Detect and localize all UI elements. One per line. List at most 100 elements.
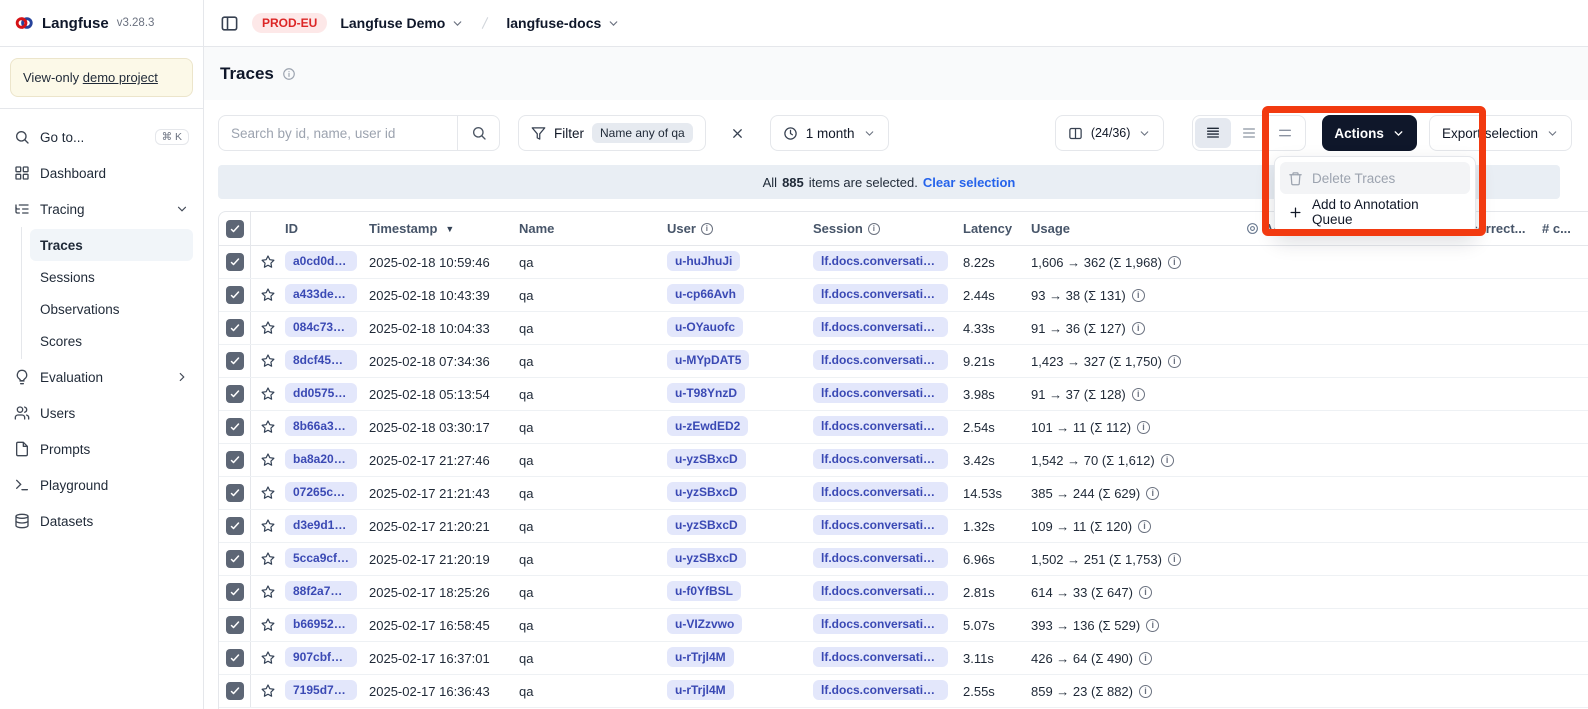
session-id-badge[interactable]: lf.docs.conversation... — [813, 317, 948, 337]
info-icon[interactable]: i — [1168, 553, 1181, 566]
session-id-badge[interactable]: lf.docs.conversation... — [813, 548, 948, 568]
header-latency[interactable]: Latency — [963, 221, 1031, 236]
info-icon[interactable]: i — [1138, 520, 1151, 533]
session-id-badge[interactable]: lf.docs.conversation... — [813, 581, 948, 601]
info-icon[interactable]: i — [1161, 454, 1174, 467]
info-icon[interactable]: i — [1139, 586, 1152, 599]
header-id[interactable]: ID — [285, 221, 369, 236]
sidebar-item-observations[interactable]: Observations — [30, 293, 193, 325]
row-checkbox[interactable] — [226, 451, 244, 469]
user-id-badge[interactable]: u-rTrjl4M — [667, 647, 734, 667]
user-id-badge[interactable]: u-yzSBxcD — [667, 449, 746, 469]
org-selector[interactable]: Langfuse Demo — [340, 15, 464, 31]
user-id-badge[interactable]: u-VIZzvwo — [667, 614, 742, 634]
row-checkbox[interactable] — [226, 286, 244, 304]
clear-selection-link[interactable]: Clear selection — [923, 175, 1016, 190]
bookmark-star-icon[interactable] — [251, 254, 285, 270]
user-id-badge[interactable]: u-f0YfBSL — [667, 581, 741, 601]
sidebar-item-prompts[interactable]: Prompts — [0, 431, 203, 467]
user-id-badge[interactable]: u-yzSBxcD — [667, 515, 746, 535]
trace-id-badge[interactable]: 7195d78e... — [285, 680, 357, 700]
trace-id-badge[interactable]: d3e9d1f2... — [285, 515, 357, 535]
row-checkbox[interactable] — [226, 385, 244, 403]
user-id-badge[interactable]: u-cp66Avh — [667, 284, 744, 304]
info-icon[interactable]: i — [1139, 685, 1152, 698]
row-height-small-icon[interactable] — [1195, 118, 1231, 148]
demo-project-link[interactable]: demo project — [83, 70, 158, 85]
row-checkbox[interactable] — [226, 517, 244, 535]
bookmark-star-icon[interactable] — [251, 584, 285, 600]
time-range-button[interactable]: 1 month — [770, 115, 889, 151]
filter-button[interactable]: Filter Name any of qa — [518, 115, 706, 151]
trace-id-badge[interactable]: a433de51... — [285, 284, 357, 304]
info-icon[interactable]: i — [1139, 652, 1152, 665]
trace-id-badge[interactable]: dd05753... — [285, 383, 357, 403]
sidebar-item-playground[interactable]: Playground — [0, 467, 203, 503]
session-id-badge[interactable]: lf.docs.conversation... — [813, 647, 948, 667]
bookmark-star-icon[interactable] — [251, 650, 285, 666]
user-id-badge[interactable]: u-yzSBxcD — [667, 548, 746, 568]
user-id-badge[interactable]: u-huJhuJi — [667, 251, 740, 271]
user-id-badge[interactable]: u-T98YnzD — [667, 383, 745, 403]
trace-id-badge[interactable]: 88f2a7b0... — [285, 581, 357, 601]
row-checkbox[interactable] — [226, 649, 244, 667]
sidebar-toggle-icon[interactable] — [220, 14, 239, 33]
bookmark-star-icon[interactable] — [251, 485, 285, 501]
search-input[interactable] — [219, 126, 449, 141]
session-id-badge[interactable]: lf.docs.conversation... — [813, 284, 948, 304]
sidebar-item-dashboard[interactable]: Dashboard — [0, 155, 203, 191]
user-id-badge[interactable]: u-MYpDAT5 — [667, 350, 749, 370]
info-icon[interactable]: i — [1132, 289, 1145, 302]
bookmark-star-icon[interactable] — [251, 419, 285, 435]
actions-button[interactable]: Actions — [1322, 115, 1417, 151]
header-user[interactable]: User i — [667, 221, 813, 236]
info-icon[interactable]: i — [1146, 487, 1159, 500]
session-id-badge[interactable]: lf.docs.conversation... — [813, 449, 948, 469]
sidebar-item-traces[interactable]: Traces — [30, 229, 193, 261]
info-icon[interactable] — [282, 67, 296, 81]
info-icon[interactable]: i — [1168, 256, 1181, 269]
row-checkbox[interactable] — [226, 352, 244, 370]
trace-id-badge[interactable]: 084c739... — [285, 317, 357, 337]
session-id-badge[interactable]: lf.docs.conversation... — [813, 350, 948, 370]
row-checkbox[interactable] — [226, 682, 244, 700]
header-more[interactable]: # c... — [1542, 221, 1588, 236]
info-icon[interactable]: i — [1137, 421, 1150, 434]
session-id-badge[interactable]: lf.docs.conversation... — [813, 383, 948, 403]
column-visibility-button[interactable]: (24/36) — [1055, 115, 1165, 151]
bookmark-star-icon[interactable] — [251, 683, 285, 699]
trace-id-badge[interactable]: 907cbf6e... — [285, 647, 357, 667]
header-timestamp[interactable]: Timestamp ▼ — [369, 221, 519, 236]
menu-item-add-to-annotation-queue[interactable]: Add to Annotation Queue — [1280, 196, 1470, 228]
row-checkbox[interactable] — [226, 253, 244, 271]
row-checkbox[interactable] — [226, 319, 244, 337]
header-name[interactable]: Name — [519, 221, 667, 236]
bookmark-star-icon[interactable] — [251, 287, 285, 303]
user-id-badge[interactable]: u-OYauofc — [667, 317, 743, 337]
bookmark-star-icon[interactable] — [251, 551, 285, 567]
row-checkbox[interactable] — [226, 616, 244, 634]
bookmark-star-icon[interactable] — [251, 617, 285, 633]
session-id-badge[interactable]: lf.docs.conversation... — [813, 680, 948, 700]
user-id-badge[interactable]: u-zEwdED2 — [667, 416, 748, 436]
user-id-badge[interactable]: u-yzSBxcD — [667, 482, 746, 502]
header-usage[interactable]: Usage — [1031, 221, 1246, 236]
trace-id-badge[interactable]: 5cca9cf2... — [285, 548, 357, 568]
row-checkbox[interactable] — [226, 550, 244, 568]
trace-id-badge[interactable]: 07265c7a... — [285, 482, 357, 502]
row-checkbox[interactable] — [226, 418, 244, 436]
sidebar-item-tracing[interactable]: Tracing — [0, 191, 203, 227]
user-id-badge[interactable]: u-rTrjl4M — [667, 680, 734, 700]
header-session[interactable]: Session i — [813, 221, 963, 236]
session-id-badge[interactable]: lf.docs.conversation... — [813, 416, 948, 436]
sidebar-item-sessions[interactable]: Sessions — [30, 261, 193, 293]
session-id-badge[interactable]: lf.docs.conversation... — [813, 482, 948, 502]
export-selection-button[interactable]: Export selection — [1429, 115, 1572, 151]
bookmark-star-icon[interactable] — [251, 386, 285, 402]
bookmark-star-icon[interactable] — [251, 518, 285, 534]
trace-id-badge[interactable]: b669529... — [285, 614, 357, 634]
row-height-large-icon[interactable] — [1267, 118, 1303, 148]
sidebar-item-scores[interactable]: Scores — [30, 325, 193, 357]
trace-id-badge[interactable]: 8dcf4574... — [285, 350, 357, 370]
info-icon[interactable]: i — [1168, 355, 1181, 368]
